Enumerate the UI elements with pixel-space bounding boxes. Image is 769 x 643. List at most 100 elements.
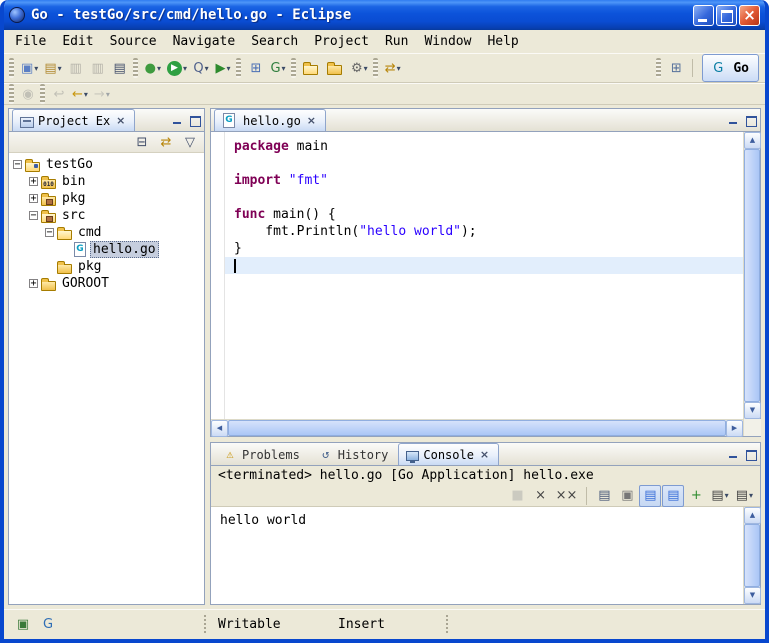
- expander-plus-icon[interactable]: +: [29, 279, 38, 288]
- remove-launch-icon[interactable]: ×: [530, 485, 552, 507]
- go-grid-icon[interactable]: ⊞: [245, 57, 267, 79]
- profile-icon[interactable]: Q▾: [190, 57, 212, 79]
- scroll-down-icon[interactable]: [744, 587, 761, 604]
- toolbar-grip[interactable]: [291, 58, 296, 78]
- scrollbar-thumb[interactable]: [228, 420, 726, 436]
- title-bar[interactable]: Go - testGo/src/cmd/hello.go - Eclipse: [4, 0, 765, 30]
- navigation-toolbar-icons: ◉↩←▾→▾: [7, 84, 113, 104]
- link-with-editor-icon[interactable]: ⇄: [155, 131, 177, 153]
- close-icon[interactable]: [478, 448, 491, 461]
- expander-minus-icon[interactable]: −: [45, 228, 54, 237]
- tree-node-testgo[interactable]: −testGo: [9, 156, 204, 173]
- collapse-all-icon[interactable]: ⊟: [131, 131, 153, 153]
- back-icon[interactable]: ←▾: [69, 85, 91, 103]
- tree-node-bin[interactable]: +bin: [9, 173, 204, 190]
- tree-node-pkg[interactable]: pkg: [9, 258, 204, 275]
- menu-navigate[interactable]: Navigate: [165, 32, 244, 51]
- menu-file[interactable]: File: [7, 32, 54, 51]
- console-output[interactable]: hello world: [211, 507, 743, 604]
- vertical-scrollbar[interactable]: [743, 132, 760, 436]
- tree-node-cmd[interactable]: −cmd: [9, 224, 204, 241]
- tab-history[interactable]: History: [310, 443, 397, 465]
- scroll-left-icon[interactable]: [211, 420, 228, 437]
- minimize-button[interactable]: [693, 5, 714, 26]
- minimize-view-icon[interactable]: [725, 447, 742, 462]
- tree-node-hello-go[interactable]: hello.go: [9, 241, 204, 258]
- menu-help[interactable]: Help: [479, 32, 526, 51]
- close-icon[interactable]: [114, 114, 127, 127]
- show-console-stdout-icon[interactable]: ▤: [639, 485, 661, 507]
- maximize-button[interactable]: [716, 5, 737, 26]
- tab-project-explorer[interactable]: Project Ex: [12, 109, 135, 131]
- debug-icon[interactable]: ●▾: [142, 57, 164, 79]
- expander-minus-icon[interactable]: −: [13, 160, 22, 169]
- tree-node-goroot[interactable]: + GOROOT: [9, 275, 204, 292]
- toolbar-grip[interactable]: [9, 58, 14, 78]
- view-menu-icon[interactable]: ▽: [179, 131, 201, 153]
- team-sync-icon[interactable]: ⇄▾: [382, 57, 404, 79]
- toolbar-grip[interactable]: [373, 58, 378, 78]
- horizontal-scrollbar[interactable]: [211, 419, 743, 436]
- go-editor-shortcut-icon[interactable]: G: [37, 614, 59, 636]
- close-icon[interactable]: [305, 114, 318, 127]
- toolbar-grip[interactable]: [9, 84, 14, 104]
- new-go-element-icon[interactable]: ▤▾: [41, 57, 64, 79]
- go-perspective-button[interactable]: GGo: [702, 54, 759, 82]
- tab-console[interactable]: Console: [398, 443, 499, 465]
- toolbar-grip[interactable]: [40, 84, 45, 104]
- expander-minus-icon[interactable]: −: [29, 211, 38, 220]
- run-icon[interactable]: ▶▾: [164, 57, 190, 79]
- tab-hello-go[interactable]: hello.go: [214, 109, 326, 131]
- show-console-stderr-icon[interactable]: ▤: [662, 485, 684, 507]
- close-button[interactable]: [739, 5, 760, 26]
- scrollbar-thumb[interactable]: [744, 149, 760, 402]
- external-tools-icon[interactable]: ▶▾: [212, 57, 234, 79]
- minimize-view-icon[interactable]: [169, 113, 186, 128]
- new-wizard-icon[interactable]: ▣▾: [18, 57, 41, 79]
- scroll-up-icon[interactable]: [744, 507, 761, 524]
- tree-node-src[interactable]: −src: [9, 207, 204, 224]
- scrollbar-thumb[interactable]: [744, 524, 760, 587]
- menu-edit[interactable]: Edit: [54, 32, 101, 51]
- toolbar-grip[interactable]: [236, 58, 241, 78]
- remove-all-launches-icon[interactable]: ××: [553, 485, 581, 507]
- fast-view-icon[interactable]: ▣: [12, 614, 34, 636]
- open-folder-icon[interactable]: [324, 57, 348, 79]
- display-selected-console-icon[interactable]: ▤▾: [708, 485, 731, 507]
- build-tools-icon[interactable]: ⚙▾: [348, 57, 371, 79]
- go-generate-icon[interactable]: G▾: [267, 57, 289, 79]
- open-console-icon[interactable]: ▤▾: [733, 485, 756, 507]
- menu-search[interactable]: Search: [243, 32, 306, 51]
- statusbar-grip[interactable]: [202, 615, 208, 634]
- clear-console-icon[interactable]: ▤: [593, 485, 615, 507]
- menu-window[interactable]: Window: [416, 32, 479, 51]
- scroll-lock-icon[interactable]: ▣: [616, 485, 638, 507]
- maximize-view-icon[interactable]: [742, 113, 759, 128]
- tree-node-pkg[interactable]: +pkg: [9, 190, 204, 207]
- open-perspective-icon[interactable]: ⊞: [665, 57, 687, 79]
- print-icon[interactable]: ▤: [109, 57, 131, 79]
- minimize-view-icon[interactable]: [725, 113, 742, 128]
- menu-source[interactable]: Source: [102, 32, 165, 51]
- go-perspective-icon[interactable]: G: [707, 57, 729, 79]
- last-edit-location-icon: ↩: [49, 85, 69, 103]
- statusbar-grip[interactable]: [444, 615, 450, 634]
- expander-plus-icon[interactable]: +: [29, 177, 38, 186]
- scroll-up-icon[interactable]: [744, 132, 761, 149]
- scrollbar-corner: [744, 419, 761, 436]
- toolbar-grip[interactable]: [133, 58, 138, 78]
- toolbar-grip[interactable]: [656, 58, 661, 78]
- pin-console-icon[interactable]: +: [685, 485, 707, 507]
- maximize-view-icon[interactable]: [186, 113, 203, 128]
- menu-run[interactable]: Run: [377, 32, 416, 51]
- scroll-down-icon[interactable]: [744, 402, 761, 419]
- expander-plus-icon[interactable]: +: [29, 194, 38, 203]
- maximize-view-icon[interactable]: [742, 447, 759, 462]
- tree-node-label: GOROOT: [59, 276, 112, 291]
- open-resource-icon[interactable]: [300, 57, 324, 79]
- code-area[interactable]: package mainimport "fmt"func main() { fm…: [225, 132, 743, 419]
- tab-problems[interactable]: Problems: [214, 443, 308, 465]
- vertical-scrollbar[interactable]: [743, 507, 760, 604]
- scroll-right-icon[interactable]: [726, 420, 743, 437]
- menu-project[interactable]: Project: [306, 32, 377, 51]
